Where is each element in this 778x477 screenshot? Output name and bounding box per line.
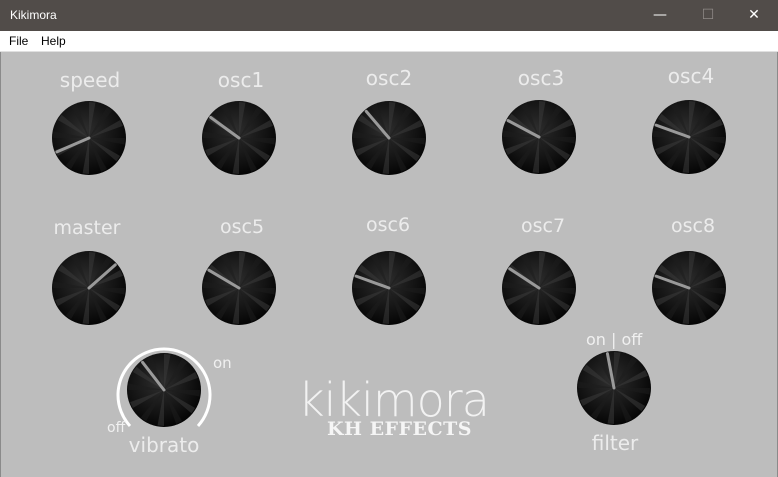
osc7-knob[interactable] (501, 250, 577, 326)
knob-label-osc4: osc4 (667, 64, 715, 88)
master-knob[interactable] (51, 250, 127, 326)
speed-knob[interactable] (51, 100, 127, 176)
menu-help[interactable]: Help (41, 34, 66, 48)
osc3-knob[interactable] (501, 99, 577, 175)
osc1-knob[interactable] (201, 100, 277, 176)
filter-label: filter (591, 431, 639, 455)
knob-label-master: master (53, 217, 121, 239)
knob-label-osc6: osc6 (365, 214, 411, 236)
vibrato-knob[interactable] (126, 352, 202, 428)
knob-label-osc1: osc1 (217, 68, 265, 92)
knob-label-speed: speed (59, 68, 121, 92)
minimize-button[interactable]: — (637, 0, 683, 31)
knob-label-osc5: osc5 (219, 216, 265, 238)
osc8-knob[interactable] (651, 250, 727, 326)
osc2-knob[interactable] (351, 100, 427, 176)
knob-label-osc7: osc7 (520, 215, 566, 237)
osc5-knob[interactable] (201, 250, 277, 326)
osc6-knob[interactable] (351, 250, 427, 326)
knob-label-osc2: osc2 (365, 66, 413, 90)
knob-label-osc3: osc3 (517, 66, 565, 90)
vibrato-on-label: on (213, 354, 232, 372)
vibrato-label: vibrato (128, 433, 200, 457)
close-button[interactable]: ✕ (731, 0, 777, 31)
filter-knob[interactable] (576, 350, 652, 426)
filter-switch-label: on | off (586, 330, 643, 349)
window-title: Kikimora (10, 8, 57, 22)
maximize-button[interactable]: ☐ (685, 0, 731, 31)
menu-file[interactable]: File (9, 34, 28, 48)
osc4-knob[interactable] (651, 99, 727, 175)
title-bar: Kikimora — ☐ ✕ (0, 0, 778, 31)
menu-bar: File Help (0, 31, 778, 52)
maker-logo: KH EFFECTS (327, 418, 473, 440)
knob-label-osc8: osc8 (670, 215, 716, 237)
